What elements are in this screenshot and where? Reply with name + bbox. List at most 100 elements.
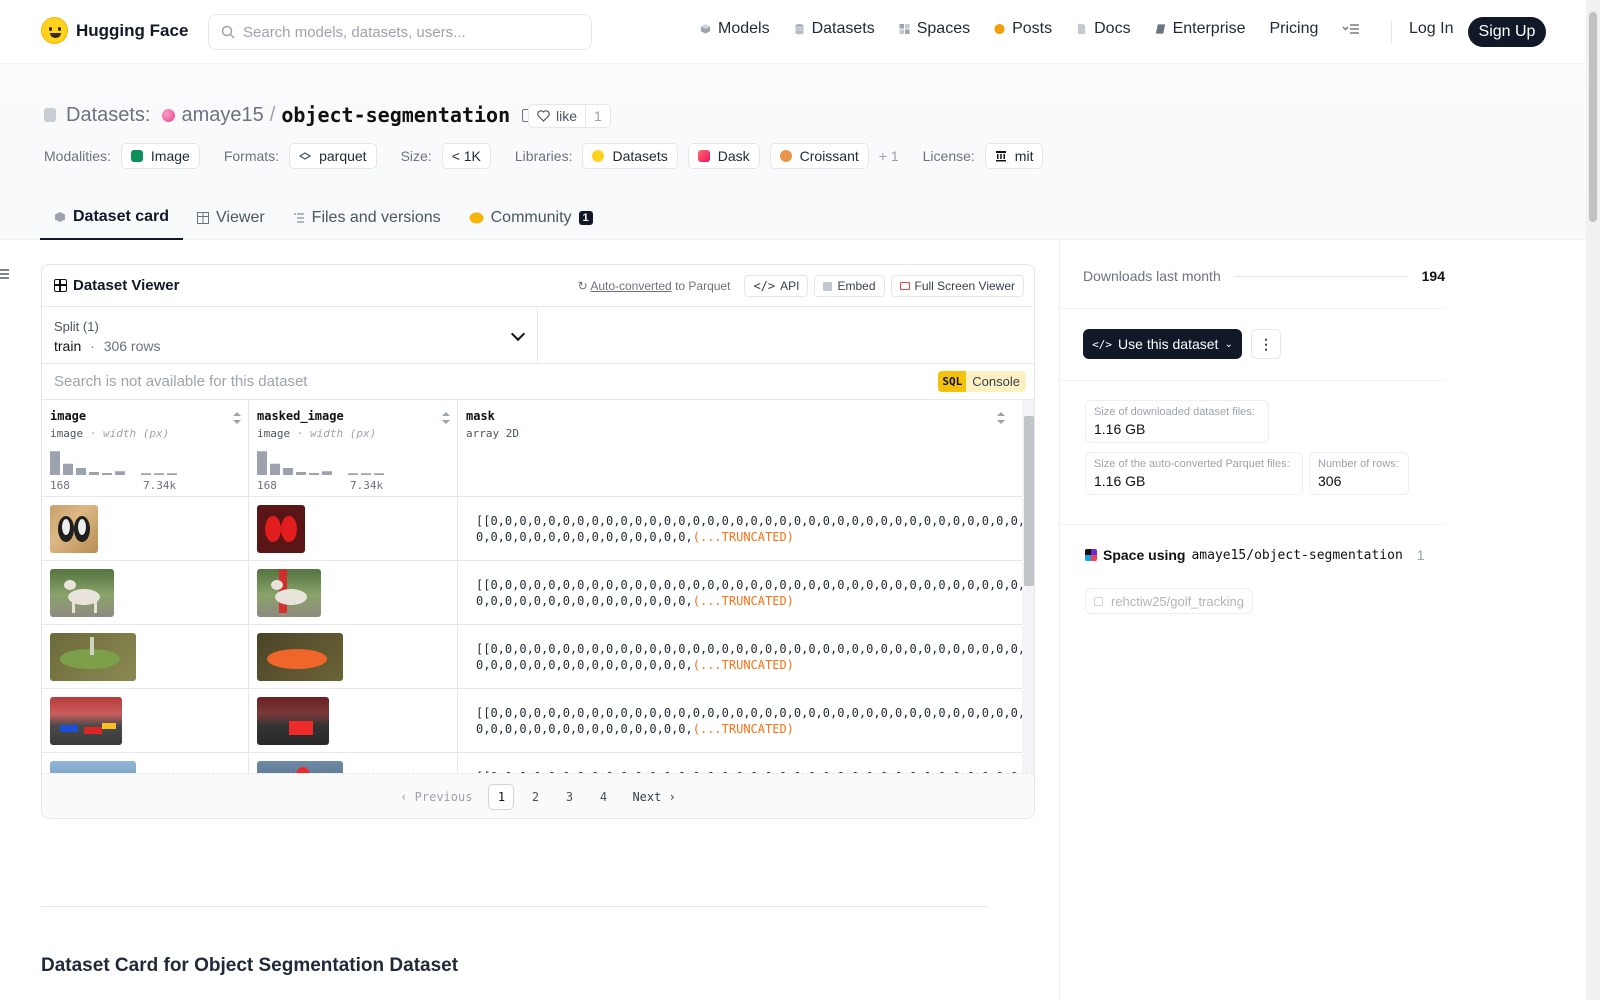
tag-library-croissant[interactable]: Croissant	[769, 143, 869, 169]
space-link[interactable]: rehctiw25/golf_tracking	[1085, 588, 1253, 614]
table-row[interactable]: [[0,0,0,0,0,0,0,0,0,0,0,0,0,0,0,0,0,0,0,…	[42, 497, 1022, 561]
vertical-dots-icon: ⋮	[1259, 335, 1273, 352]
page-4-button[interactable]: 4	[590, 784, 616, 810]
sort-icon[interactable]	[997, 412, 1005, 424]
page-2-button[interactable]: 2	[522, 784, 548, 810]
dataset-viewer: Dataset Viewer ↻ Auto-converted to Parqu…	[41, 264, 1035, 819]
tab-viewer[interactable]: Viewer	[183, 196, 279, 240]
page-3-button[interactable]: 3	[556, 784, 582, 810]
image-thumbnail[interactable]	[50, 633, 136, 681]
histogram-bar[interactable]	[50, 451, 60, 475]
masked-image-thumbnail[interactable]	[257, 633, 343, 681]
previous-page-button[interactable]: ‹ Previous	[392, 784, 480, 810]
sort-icon[interactable]	[442, 412, 450, 424]
histogram-bar[interactable]	[89, 472, 99, 475]
image-thumbnail[interactable]	[50, 569, 114, 617]
libraries-more[interactable]: + 1	[879, 148, 899, 164]
sort-icon[interactable]	[233, 412, 241, 424]
signup-button[interactable]: Sign Up	[1468, 17, 1546, 47]
histogram-bar[interactable]	[76, 468, 86, 475]
histogram-bar[interactable]	[322, 471, 332, 475]
histogram-bar[interactable]	[128, 474, 138, 476]
tag-license[interactable]: mit	[984, 143, 1044, 169]
histogram-bar[interactable]	[63, 463, 73, 475]
table-row[interactable]: [[0,0,0,0,0,0,0,0,0,0,0,0,0,0,0,0,0,0,0,…	[42, 561, 1022, 625]
like-button[interactable]: like 1	[528, 104, 611, 128]
table-scrollbar-thumb[interactable]	[1024, 416, 1034, 586]
nav-posts[interactable]: Posts	[994, 20, 1052, 38]
histogram-bar[interactable]	[361, 473, 371, 475]
nav-enterprise[interactable]: Enterprise	[1155, 20, 1245, 38]
dataset-owner[interactable]: amaye15	[181, 104, 263, 127]
histogram-bar[interactable]	[335, 474, 345, 476]
column-header-mask[interactable]: mask array 2D	[466, 409, 519, 440]
refresh-icon: ↻	[577, 279, 588, 293]
histogram-masked-image[interactable]	[257, 450, 397, 475]
auto-converted-link[interactable]: Auto-converted	[590, 279, 671, 293]
table-scrollbar[interactable]	[1022, 400, 1034, 780]
histogram-bar[interactable]	[102, 473, 112, 475]
image-thumbnail[interactable]	[50, 697, 122, 745]
nav-spaces[interactable]: Spaces	[899, 20, 970, 38]
island-photo-icon	[60, 637, 120, 669]
histogram-bar[interactable]	[283, 468, 293, 475]
column-name: masked_image	[257, 409, 344, 423]
tab-files[interactable]: Files and versions	[279, 196, 455, 240]
image-thumbnail[interactable]	[50, 505, 98, 553]
tab-community[interactable]: Community 1	[455, 196, 607, 240]
table-row[interactable]: [[0,0,0,0,0,0,0,0,0,0,0,0,0,0,0,0,0,0,0,…	[42, 625, 1022, 689]
like-main[interactable]: like	[529, 105, 587, 127]
nav-pricing[interactable]: Pricing	[1269, 20, 1318, 38]
api-button[interactable]: </> API	[744, 275, 809, 297]
nav-models[interactable]: Models	[700, 20, 770, 38]
use-this-dataset-button[interactable]: </> Use this dataset ⌄	[1083, 329, 1242, 359]
column-header-image[interactable]: image image · width (px)	[50, 409, 169, 440]
table-row[interactable]: [[0,0,0,0,0,0,0,0,0,0,0,0,0,0,0,0,0,0,0,…	[42, 689, 1022, 753]
page-scrollbar[interactable]	[1586, 0, 1600, 1000]
histogram-bar[interactable]	[167, 473, 177, 475]
more-options-button[interactable]: ⋮	[1251, 329, 1281, 359]
histogram-bar[interactable]	[296, 472, 306, 475]
tag-library-dask[interactable]: Dask	[687, 143, 760, 169]
tag-format[interactable]: parquet	[289, 143, 377, 169]
histogram-bar[interactable]	[154, 473, 164, 475]
split-selector[interactable]: Split (1) train · 306 rows	[42, 307, 538, 364]
search-input[interactable]	[243, 23, 573, 41]
brand-logo[interactable]: Hugging Face	[41, 17, 188, 44]
embed-button-label: Embed	[837, 279, 876, 293]
menu-icon[interactable]	[0, 268, 9, 280]
page-1-button[interactable]: 1	[488, 783, 515, 810]
histogram-bar[interactable]	[257, 451, 267, 475]
tag-modality[interactable]: Image	[120, 143, 200, 169]
masked-image-thumbnail[interactable]	[257, 569, 321, 617]
dataset-kind-label[interactable]: Datasets:	[66, 104, 150, 127]
tag-library-datasets[interactable]: Datasets	[582, 143, 678, 169]
tab-dataset-card[interactable]: Dataset card	[40, 196, 184, 240]
histogram-bar[interactable]	[270, 463, 280, 475]
full-screen-button[interactable]: Full Screen Viewer	[890, 275, 1024, 297]
histogram-bar[interactable]	[115, 471, 125, 475]
dataset-name[interactable]: object-segmentation	[281, 103, 510, 127]
dask-icon	[697, 150, 710, 162]
page-scrollbar-thumb[interactable]	[1589, 12, 1597, 222]
column-header-masked-image[interactable]: masked_image image · width (px)	[257, 409, 376, 440]
hugging-face-icon	[592, 150, 605, 162]
nav-docs[interactable]: Docs	[1076, 20, 1131, 38]
masked-image-thumbnail[interactable]	[257, 697, 329, 745]
masked-image-thumbnail[interactable]	[257, 505, 305, 553]
sql-console-button[interactable]: SQL Console	[938, 371, 1026, 392]
nav-datasets[interactable]: Datasets	[794, 20, 875, 38]
embed-button[interactable]: Embed	[814, 275, 885, 297]
tab-viewer-label: Viewer	[216, 209, 265, 226]
histogram-bar[interactable]	[309, 473, 319, 475]
nav-more[interactable]	[1342, 23, 1360, 35]
histogram-image[interactable]	[50, 450, 190, 475]
next-page-button[interactable]: Next ›	[624, 784, 683, 810]
histogram-bar[interactable]	[141, 473, 151, 475]
tag-size[interactable]: < 1K	[441, 143, 491, 169]
size-label: Size:	[400, 148, 432, 164]
global-search[interactable]	[208, 14, 592, 50]
login-link[interactable]: Log In	[1409, 20, 1453, 38]
histogram-bar[interactable]	[348, 473, 358, 475]
histogram-bar[interactable]	[374, 473, 384, 475]
